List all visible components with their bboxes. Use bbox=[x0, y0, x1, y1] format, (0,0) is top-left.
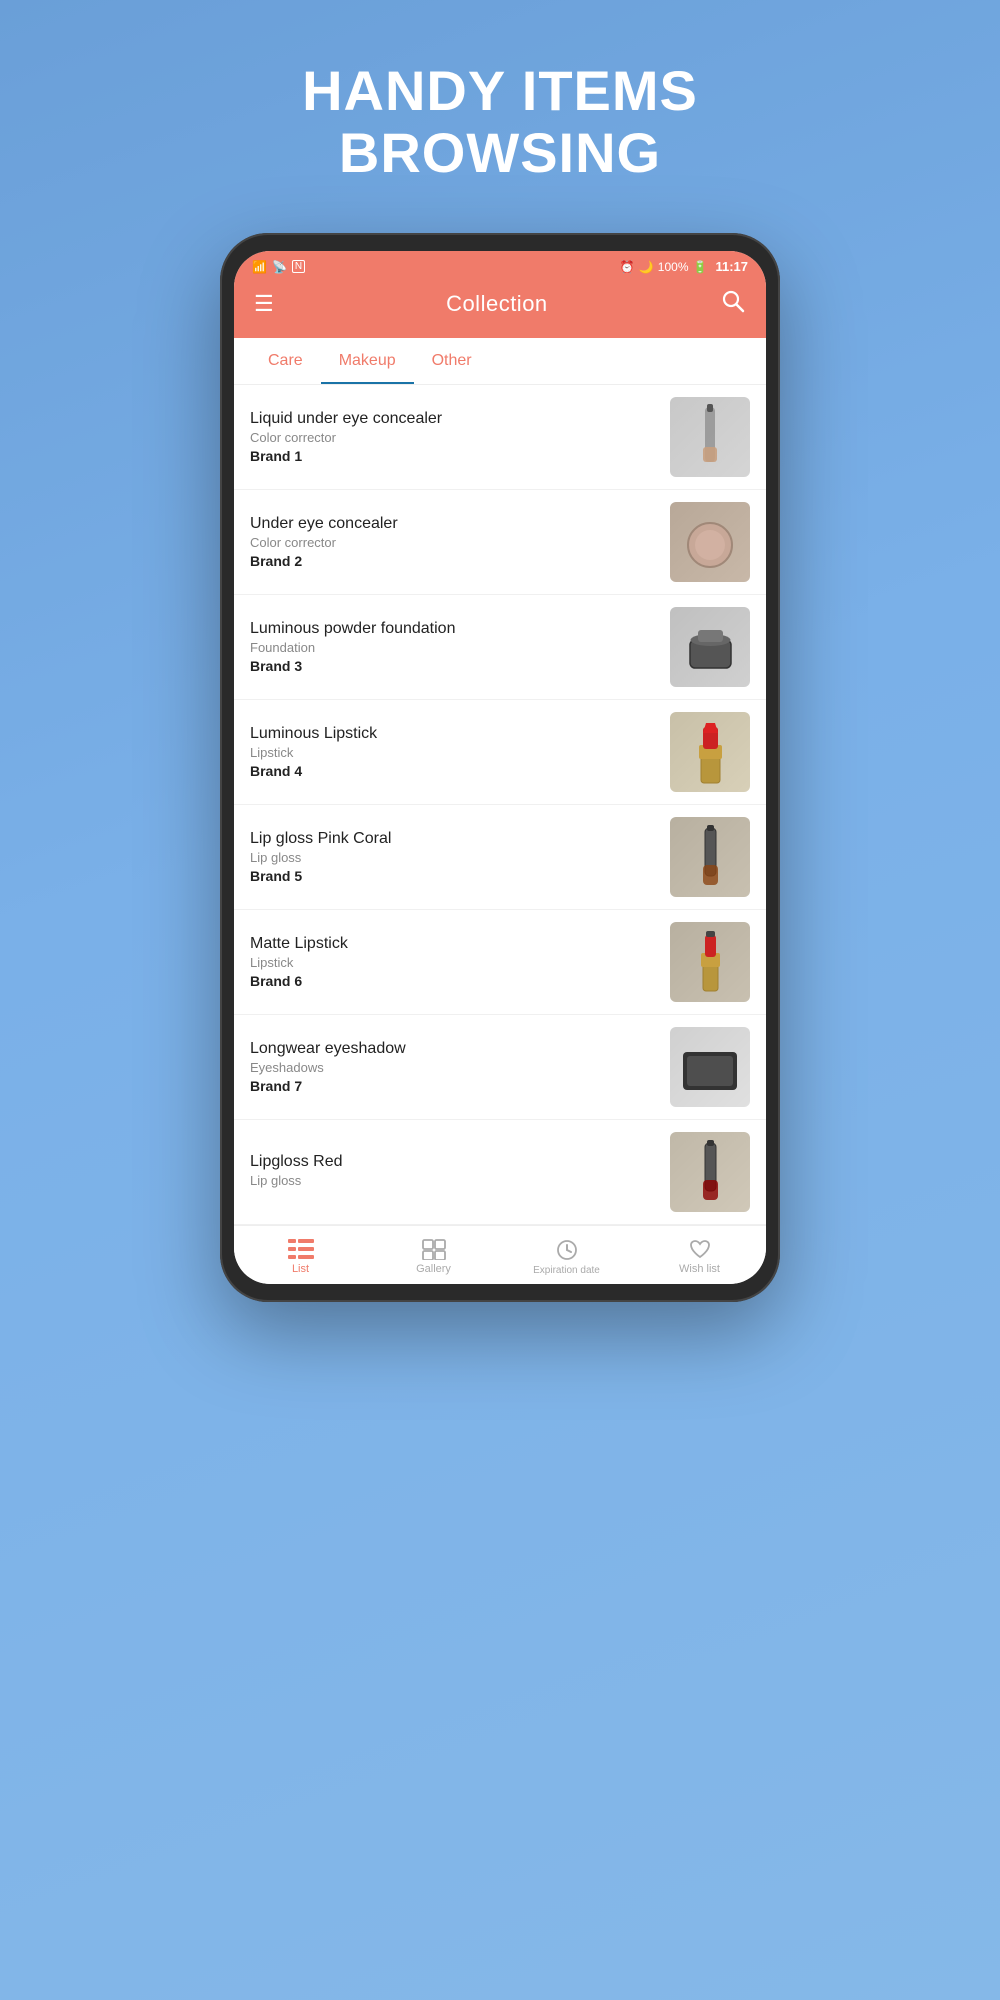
item-category: Lipstick bbox=[250, 955, 670, 970]
nav-label-wishlist: Wish list bbox=[679, 1263, 720, 1275]
heart-icon bbox=[688, 1238, 712, 1260]
battery-icon: 🔋 bbox=[693, 260, 708, 274]
item-name: Liquid under eye concealer bbox=[250, 410, 670, 428]
item-category: Lip gloss bbox=[250, 1173, 670, 1188]
item-brand: Brand 1 bbox=[250, 448, 670, 464]
phone-screen: 📶 📡 N ⏰ 🌙 100% 🔋 11:17 ☰ Collection bbox=[234, 251, 766, 1284]
battery-percent: 100% bbox=[658, 260, 689, 274]
item-brand: Brand 2 bbox=[250, 553, 670, 569]
nav-item-wishlist[interactable]: Wish list bbox=[633, 1234, 766, 1280]
tab-care[interactable]: Care bbox=[250, 338, 321, 384]
phone-frame: 📶 📡 N ⏰ 🌙 100% 🔋 11:17 ☰ Collection bbox=[220, 233, 780, 1302]
item-thumbnail bbox=[670, 1027, 750, 1107]
item-name: Longwear eyeshadow bbox=[250, 1040, 670, 1058]
tab-makeup[interactable]: Makeup bbox=[321, 338, 414, 384]
item-brand: Brand 3 bbox=[250, 658, 670, 674]
nav-item-expiration[interactable]: Expiration date bbox=[500, 1234, 633, 1280]
item-brand: Brand 7 bbox=[250, 1078, 670, 1094]
item-category: Color corrector bbox=[250, 535, 670, 550]
item-category: Lip gloss bbox=[250, 850, 670, 865]
nfc-icon: N bbox=[292, 260, 305, 273]
item-name: Under eye concealer bbox=[250, 515, 670, 533]
item-thumbnail bbox=[670, 922, 750, 1002]
nav-item-gallery[interactable]: Gallery bbox=[367, 1234, 500, 1280]
item-thumbnail bbox=[670, 502, 750, 582]
list-item[interactable]: Longwear eyeshadow Eyeshadows Brand 7 bbox=[234, 1015, 766, 1120]
tabs-bar: Care Makeup Other bbox=[234, 338, 766, 385]
item-brand: Brand 4 bbox=[250, 763, 670, 779]
moon-icon: 🌙 bbox=[639, 260, 654, 274]
item-name: Lip gloss Pink Coral bbox=[250, 830, 670, 848]
items-list: Liquid under eye concealer Color correct… bbox=[234, 385, 766, 1225]
nav-label-gallery: Gallery bbox=[416, 1263, 451, 1275]
item-thumbnail: + bbox=[670, 1132, 750, 1212]
item-name: Matte Lipstick bbox=[250, 935, 670, 953]
gallery-icon bbox=[422, 1238, 446, 1260]
tab-other[interactable]: Other bbox=[414, 338, 490, 384]
item-category: Color corrector bbox=[250, 430, 670, 445]
hamburger-menu-icon[interactable]: ☰ bbox=[254, 291, 274, 317]
header-title: Collection bbox=[446, 291, 548, 317]
item-thumbnail bbox=[670, 817, 750, 897]
item-brand: Brand 5 bbox=[250, 868, 670, 884]
signal-icon: 📶 bbox=[252, 260, 267, 274]
nav-label-list: List bbox=[292, 1263, 309, 1275]
item-name: Lipgloss Red bbox=[250, 1153, 670, 1171]
item-thumbnail bbox=[670, 607, 750, 687]
item-name: Luminous Lipstick bbox=[250, 725, 670, 743]
app-header: ☰ Collection bbox=[234, 278, 766, 338]
list-item[interactable]: Lip gloss Pink Coral Lip gloss Brand 5 bbox=[234, 805, 766, 910]
list-item[interactable]: Liquid under eye concealer Color correct… bbox=[234, 385, 766, 490]
hero-title: HANDY ITEMS BROWSING bbox=[302, 60, 698, 183]
list-item[interactable]: Under eye concealer Color corrector Bran… bbox=[234, 490, 766, 595]
bottom-nav: List Gallery Expiration date bbox=[234, 1225, 766, 1284]
search-button[interactable] bbox=[720, 288, 746, 320]
alarm-icon: ⏰ bbox=[620, 260, 635, 274]
list-item[interactable]: Matte Lipstick Lipstick Brand 6 bbox=[234, 910, 766, 1015]
list-item[interactable]: Luminous Lipstick Lipstick Brand 4 bbox=[234, 700, 766, 805]
nav-item-list[interactable]: List bbox=[234, 1234, 367, 1280]
item-thumbnail bbox=[670, 397, 750, 477]
item-brand: Brand 6 bbox=[250, 973, 670, 989]
clock: 11:17 bbox=[715, 259, 748, 274]
list-item[interactable]: Lipgloss Red Lip gloss + bbox=[234, 1120, 766, 1225]
item-category: Foundation bbox=[250, 640, 670, 655]
item-name: Luminous powder foundation bbox=[250, 620, 670, 638]
clock-icon bbox=[555, 1238, 579, 1262]
status-bar: 📶 📡 N ⏰ 🌙 100% 🔋 11:17 bbox=[234, 251, 766, 278]
nav-label-expiration: Expiration date bbox=[533, 1265, 600, 1276]
item-category: Eyeshadows bbox=[250, 1060, 670, 1075]
item-category: Lipstick bbox=[250, 745, 670, 760]
item-thumbnail bbox=[670, 712, 750, 792]
wifi-icon: 📡 bbox=[272, 260, 287, 274]
list-icon bbox=[288, 1238, 314, 1260]
list-item[interactable]: Luminous powder foundation Foundation Br… bbox=[234, 595, 766, 700]
